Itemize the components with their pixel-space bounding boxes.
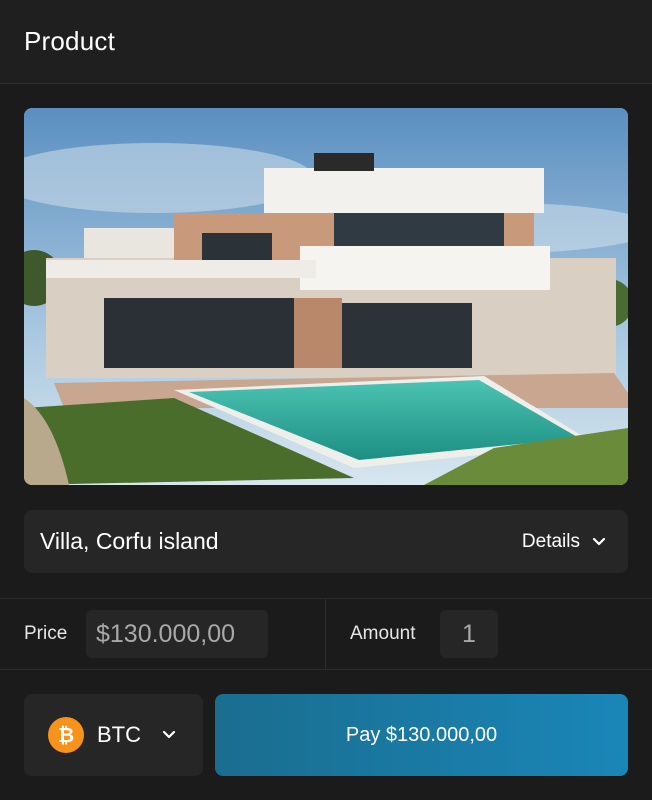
amount-field[interactable] [440,610,498,658]
page-title: Product [24,26,116,56]
chevron-down-icon [592,537,606,545]
bitcoin-icon: ₿ [48,717,84,753]
product-title-bar: Villa, Corfu island Details [24,510,628,573]
amount-label: Amount [350,623,416,644]
row-divider [325,599,326,669]
product-name: Villa, Corfu island [40,528,219,554]
currency-select[interactable]: ₿ BTC [24,694,203,776]
pay-button[interactable]: Pay $130.000,00 [215,694,628,776]
product-image [24,108,628,485]
order-row: Price Amount [0,598,652,670]
price-field[interactable] [86,610,268,658]
chevron-down-icon [162,730,176,739]
header: Product [0,0,652,84]
details-button[interactable]: Details [522,531,606,553]
details-label: Details [521,530,580,552]
currency-label: BTC [97,722,141,747]
price-label: Price [24,623,68,644]
